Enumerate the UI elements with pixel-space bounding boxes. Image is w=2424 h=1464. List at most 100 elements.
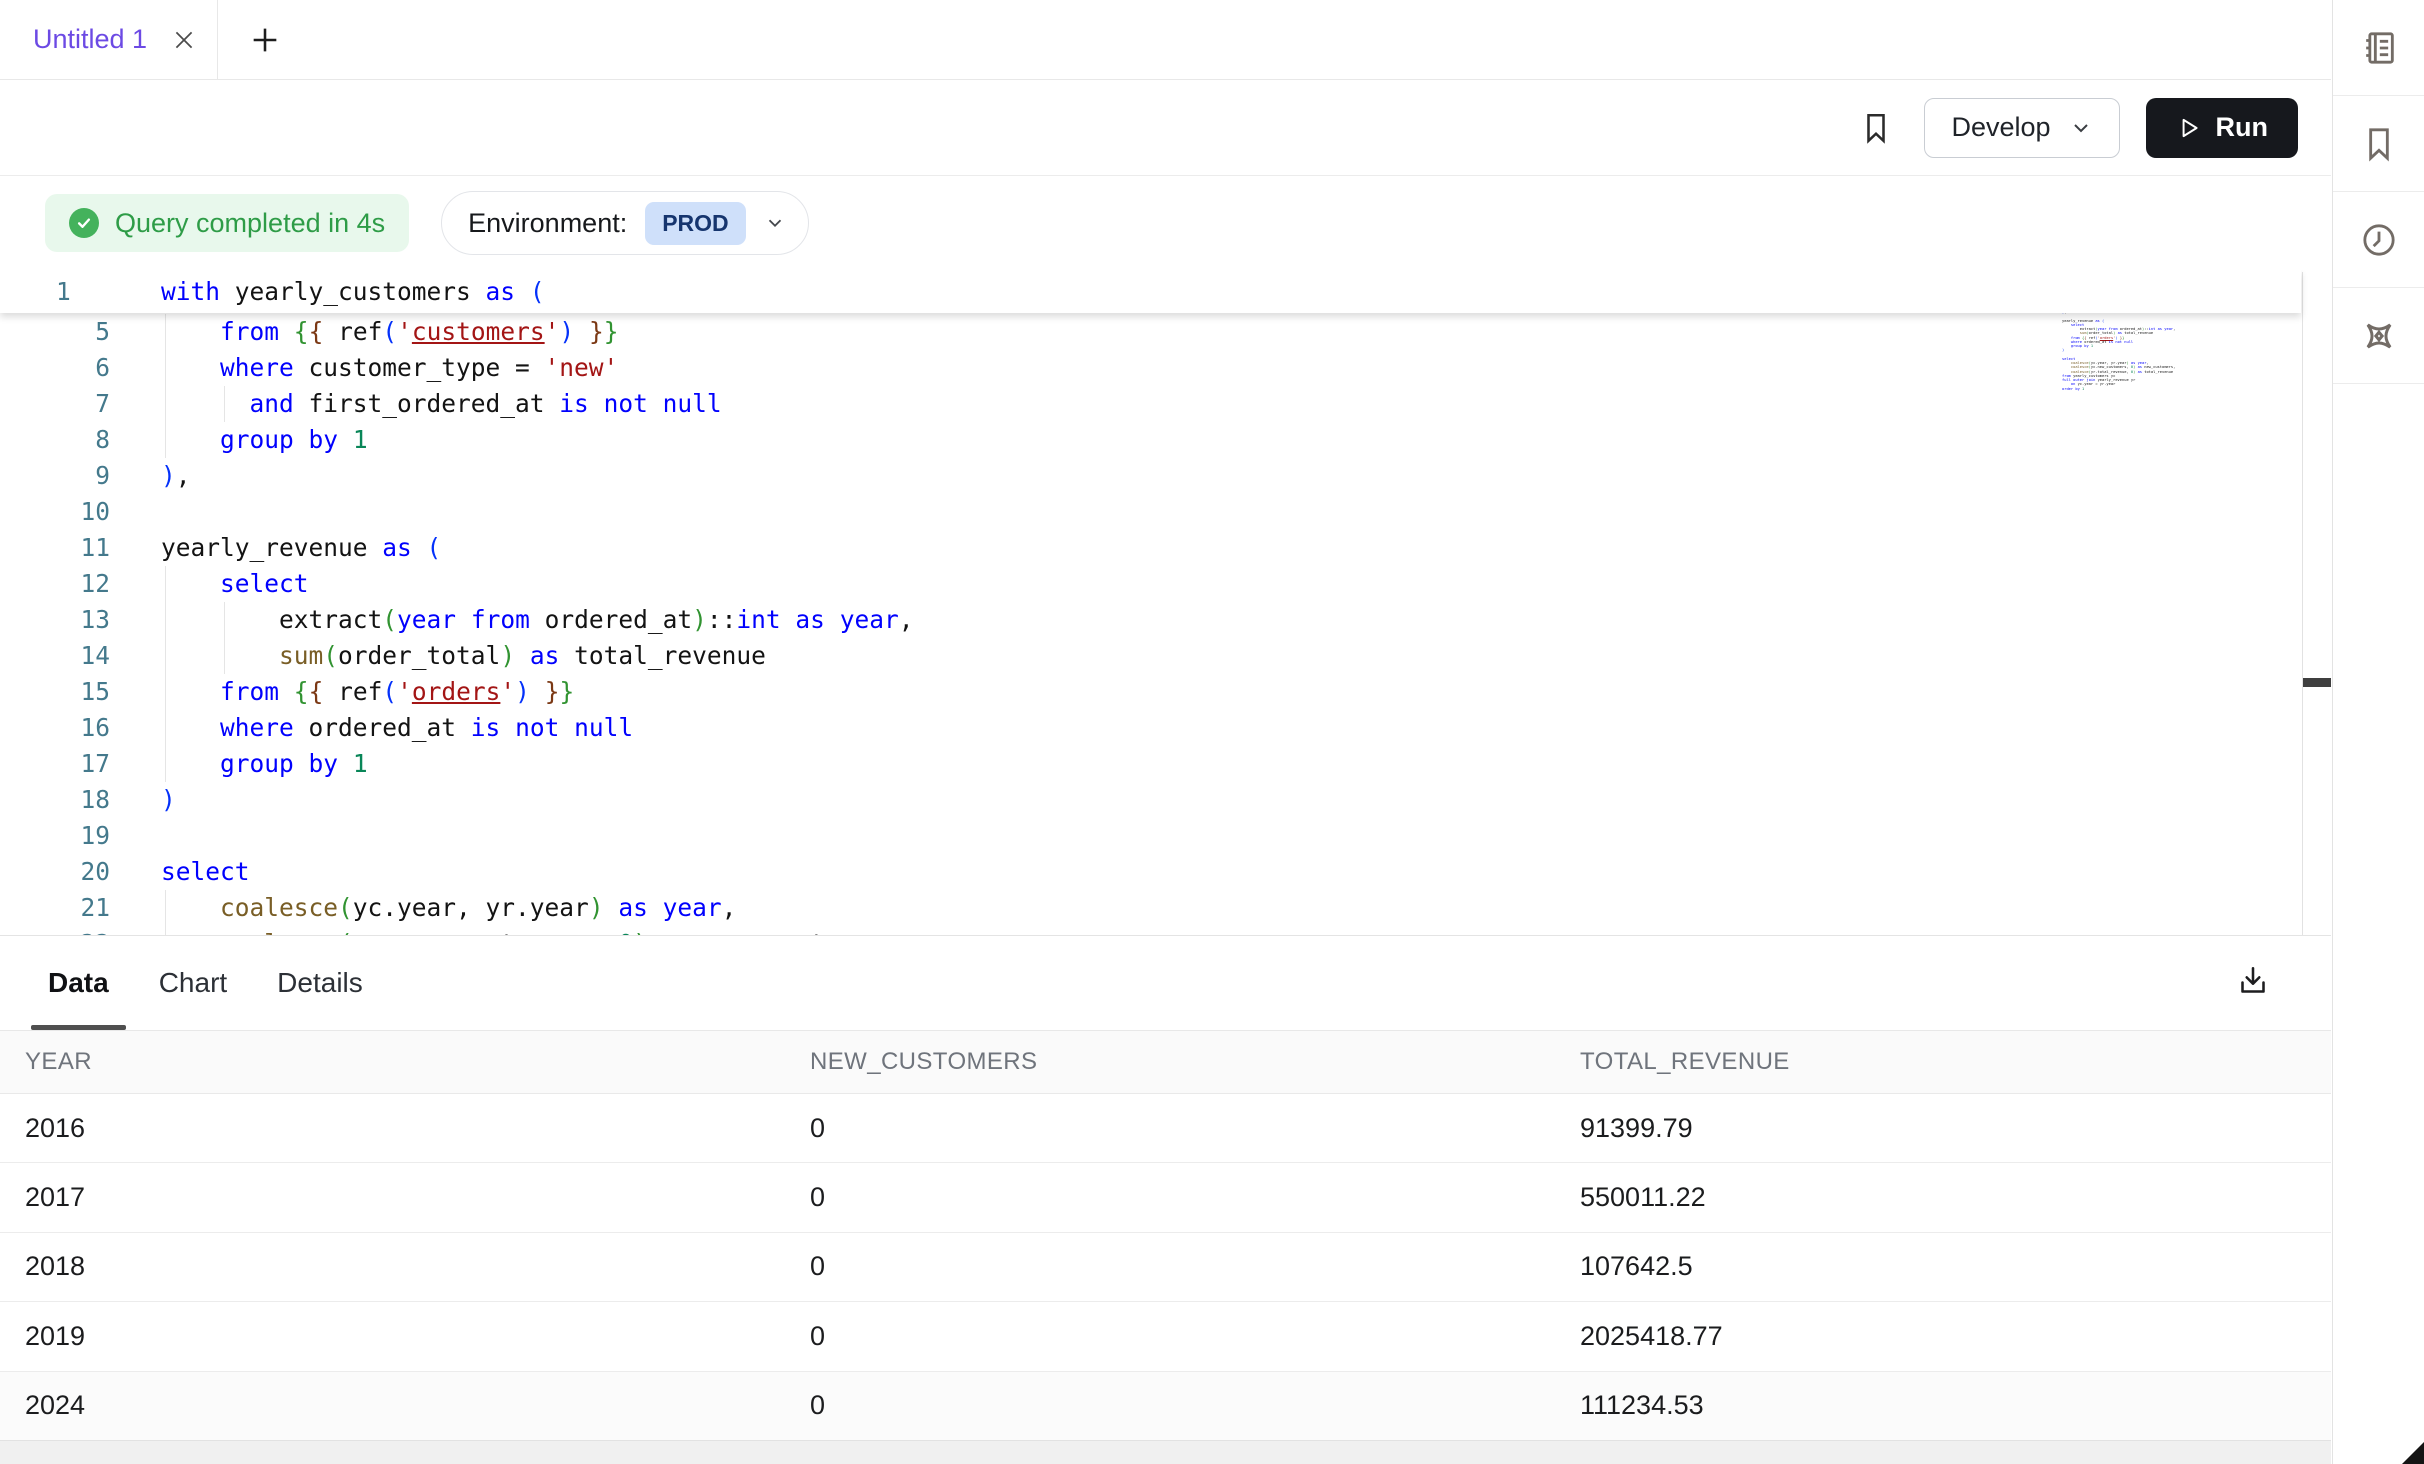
line-number: 22 [0, 926, 110, 935]
editor-scrollbar[interactable] [2302, 272, 2331, 935]
line-number: 9 [0, 458, 110, 494]
code-line[interactable]: 9), [0, 458, 1991, 494]
develop-button[interactable]: Develop [1924, 98, 2119, 158]
download-icon [2235, 962, 2271, 1000]
sidebar-item-notebook[interactable] [2333, 0, 2424, 96]
toolbar: Develop Run [0, 80, 2331, 176]
chevron-down-icon [764, 212, 786, 234]
bookmark-icon [2359, 124, 2399, 164]
table-cell: 0 [800, 1182, 1580, 1213]
line-code: select [161, 854, 250, 890]
code-line[interactable]: 10 [0, 494, 1991, 530]
table-row: 20240111234.53 [0, 1372, 2331, 1441]
develop-button-label: Develop [1951, 112, 2050, 143]
code-line[interactable]: 12 select [0, 566, 1991, 602]
environment-selector[interactable]: Environment: PROD [441, 191, 809, 255]
query-status-badge: Query completed in 4s [45, 194, 409, 252]
download-button[interactable] [2235, 962, 2271, 1000]
line-code: ) [161, 782, 176, 818]
line-code: ), [161, 458, 191, 494]
resize-grip[interactable] [2402, 1442, 2424, 1464]
plus-icon [248, 23, 282, 57]
table-cell: 2024 [0, 1390, 800, 1421]
table-cell: 0 [800, 1251, 1580, 1282]
line-number: 12 [0, 566, 110, 602]
results-tab-details[interactable]: Details [277, 967, 363, 999]
results-tab-chart[interactable]: Chart [159, 967, 227, 999]
line-number: 21 [0, 890, 110, 926]
line-code: sum(order_total) as total_revenue [161, 638, 766, 674]
table-cell: 0 [800, 1113, 1580, 1144]
sidebar-item-history[interactable] [2333, 192, 2424, 288]
run-button[interactable]: Run [2146, 98, 2298, 158]
column-header: TOTAL_REVENUE [1580, 1048, 2331, 1076]
code-line[interactable]: 11yearly_revenue as ( [0, 530, 1991, 566]
line-code: and first_ordered_at is not null [161, 386, 722, 422]
code-line[interactable]: 17 group by 1 [0, 746, 1991, 782]
code-line[interactable]: 5 from {{ ref('customers') }} [0, 314, 1991, 350]
line-number: 18 [0, 782, 110, 818]
tab-untitled-1[interactable]: Untitled 1 [0, 0, 218, 79]
table-row: 20170550011.22 [0, 1163, 2331, 1232]
table-cell: 111234.53 [1580, 1390, 2331, 1421]
sticky-scroll-line[interactable]: 1 with yearly_customers as ( [0, 270, 2301, 313]
code-line[interactable]: 20 select [0, 854, 1991, 890]
code-line[interactable]: 14 sum(order_total) as total_revenue [0, 638, 1991, 674]
code-line[interactable]: 21 coalesce(yc.year, yr.year) as year, [0, 890, 1991, 926]
line-number: 15 [0, 674, 110, 710]
code-line[interactable]: 8 group by 1 [0, 422, 1991, 458]
query-status-text: Query completed in 4s [115, 208, 385, 239]
new-tab-button[interactable] [248, 0, 282, 79]
line-number: 20 [0, 854, 110, 890]
tab-title: Untitled 1 [33, 24, 163, 55]
code-line[interactable]: 6 where customer_type = 'new' [0, 350, 1991, 386]
line-code: extract(year from ordered_at)::int as ye… [161, 602, 913, 638]
line-code: coalesce(yc.year, yr.year) as year, [161, 890, 736, 926]
table-row: 2016091399.79 [0, 1094, 2331, 1163]
line-number: 5 [0, 314, 110, 350]
code-line[interactable]: 15 from {{ ref('orders') }} [0, 674, 1991, 710]
line-number: 19 [0, 818, 110, 854]
close-icon[interactable] [171, 27, 197, 53]
line-number: 10 [0, 494, 110, 530]
code-line[interactable]: 13 extract(year from ordered_at)::int as… [0, 602, 1991, 638]
results-table-header: YEARNEW_CUSTOMERSTOTAL_REVENUE [0, 1030, 2331, 1094]
sidebar-item-assistant[interactable] [2333, 288, 2424, 384]
sidebar-item-bookmarks[interactable] [2333, 96, 2424, 192]
code-line[interactable]: 18) [0, 782, 1991, 818]
sql-editor[interactable]: 5 from {{ ref('customers') }}6 where cus… [0, 270, 2331, 935]
bookmark-icon[interactable] [1858, 108, 1894, 148]
main-area: Untitled 1 Develop Run [0, 0, 2331, 1464]
code-line[interactable]: 19 [0, 818, 1991, 854]
table-cell: 2025418.77 [1580, 1321, 2331, 1352]
line-code: group by 1 [161, 746, 368, 782]
tab-bar: Untitled 1 [0, 0, 2331, 80]
line-code: yearly_revenue as ( [161, 530, 441, 566]
sticky-line-number: 1 [56, 270, 71, 313]
play-icon [2176, 115, 2202, 141]
results-table-body: 2016091399.7920170550011.2220180107642.5… [0, 1094, 2331, 1441]
table-cell: 2018 [0, 1251, 800, 1282]
code-line[interactable]: 16 where ordered_at is not null [0, 710, 1991, 746]
status-row: Query completed in 4s Environment: PROD [0, 176, 2331, 270]
line-code: coalesce(yc.new_customers, 0) as new_cus… [161, 926, 913, 935]
horizontal-scrollbar-track[interactable] [0, 1440, 2331, 1464]
line-number: 16 [0, 710, 110, 746]
notebook-icon [2359, 28, 2399, 68]
code-line[interactable]: 7 and first_ordered_at is not null [0, 386, 1991, 422]
run-button-label: Run [2216, 112, 2268, 143]
line-code: from {{ ref('orders') }} [161, 674, 574, 710]
chevron-down-icon [2069, 116, 2093, 140]
history-icon [2359, 220, 2399, 260]
line-number: 13 [0, 602, 110, 638]
line-code: select [161, 566, 309, 602]
code-line[interactable]: 22 coalesce(yc.new_customers, 0) as new_… [0, 926, 1991, 935]
results-tab-data[interactable]: Data [48, 967, 109, 999]
table-cell: 107642.5 [1580, 1251, 2331, 1282]
scrollbar-thumb[interactable] [2303, 678, 2331, 687]
column-header: YEAR [0, 1048, 800, 1076]
line-number: 8 [0, 422, 110, 458]
table-cell: 91399.79 [1580, 1113, 2331, 1144]
code-lines[interactable]: 5 from {{ ref('customers') }}6 where cus… [0, 314, 1991, 935]
environment-label: Environment: [468, 208, 627, 239]
